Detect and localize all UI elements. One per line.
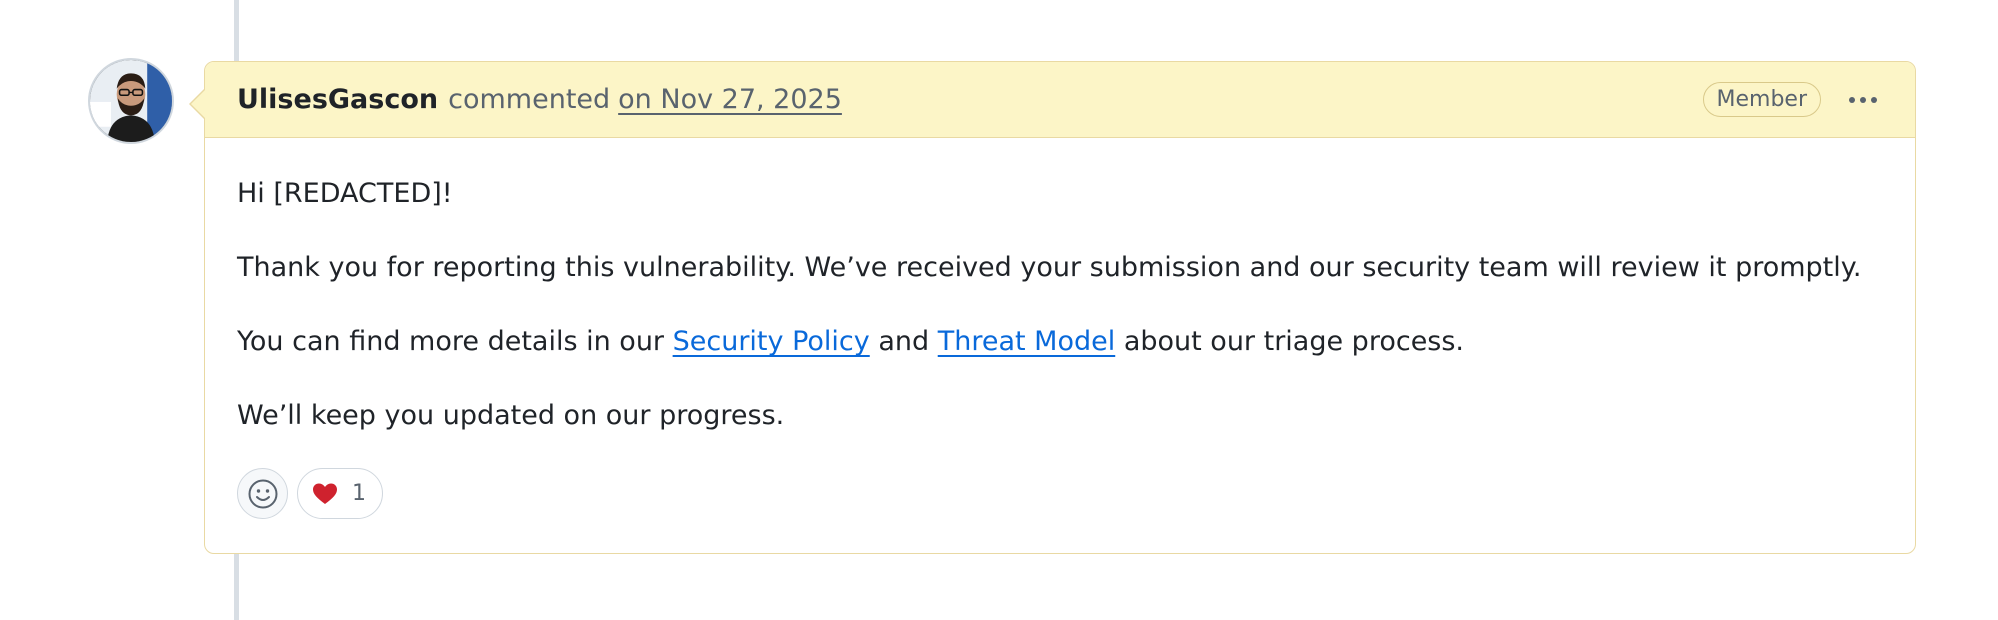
avatar-image [90, 60, 172, 142]
comment-header-actions: Member [1702, 82, 1884, 117]
comment-paragraph: Thank you for reporting this vulnerabili… [237, 252, 1862, 284]
heart-reaction-count: 1 [352, 481, 366, 506]
heart-icon [313, 483, 337, 504]
kebab-dot [1871, 96, 1877, 103]
kebab-dot [1860, 96, 1866, 103]
kebab-dot [1849, 96, 1855, 103]
paragraph-text: and [869, 326, 938, 358]
member-badge: Member [1702, 82, 1821, 117]
security-policy-link[interactable]: Security Policy [673, 326, 870, 357]
comment-timestamp-link[interactable]: on Nov 27, 2025 [618, 84, 842, 115]
comment-author-link[interactable]: UlisesGascon [237, 84, 438, 115]
smiley-icon [248, 479, 277, 508]
reactions-bar: 1 [237, 468, 383, 519]
comment-greeting: Hi [REDACTED]! [237, 178, 453, 209]
heart-reaction-button[interactable]: 1 [297, 468, 383, 519]
comment-header: UlisesGascon commented on Nov 27, 2025 M… [189, 62, 1915, 138]
threat-model-link[interactable]: Threat Model [938, 326, 1116, 357]
author-avatar[interactable] [88, 58, 174, 144]
paragraph-text: about our triage process. [1115, 326, 1465, 358]
comment-action-text: commented [448, 84, 611, 115]
comment-body: Hi [REDACTED]! Thank you for reporting t… [205, 138, 1915, 433]
paragraph-text: You can find more details in our [237, 326, 673, 358]
comment-paragraph: We’ll keep you updated on our progress. [237, 400, 785, 432]
comment-paragraph-links: You can find more details in our Securit… [237, 324, 1883, 359]
kebab-horizontal-icon[interactable] [1843, 85, 1883, 115]
comment-pointer-fill [191, 89, 206, 119]
add-reaction-button[interactable] [237, 468, 288, 519]
comment-card: UlisesGascon commented on Nov 27, 2025 M… [189, 61, 1916, 554]
